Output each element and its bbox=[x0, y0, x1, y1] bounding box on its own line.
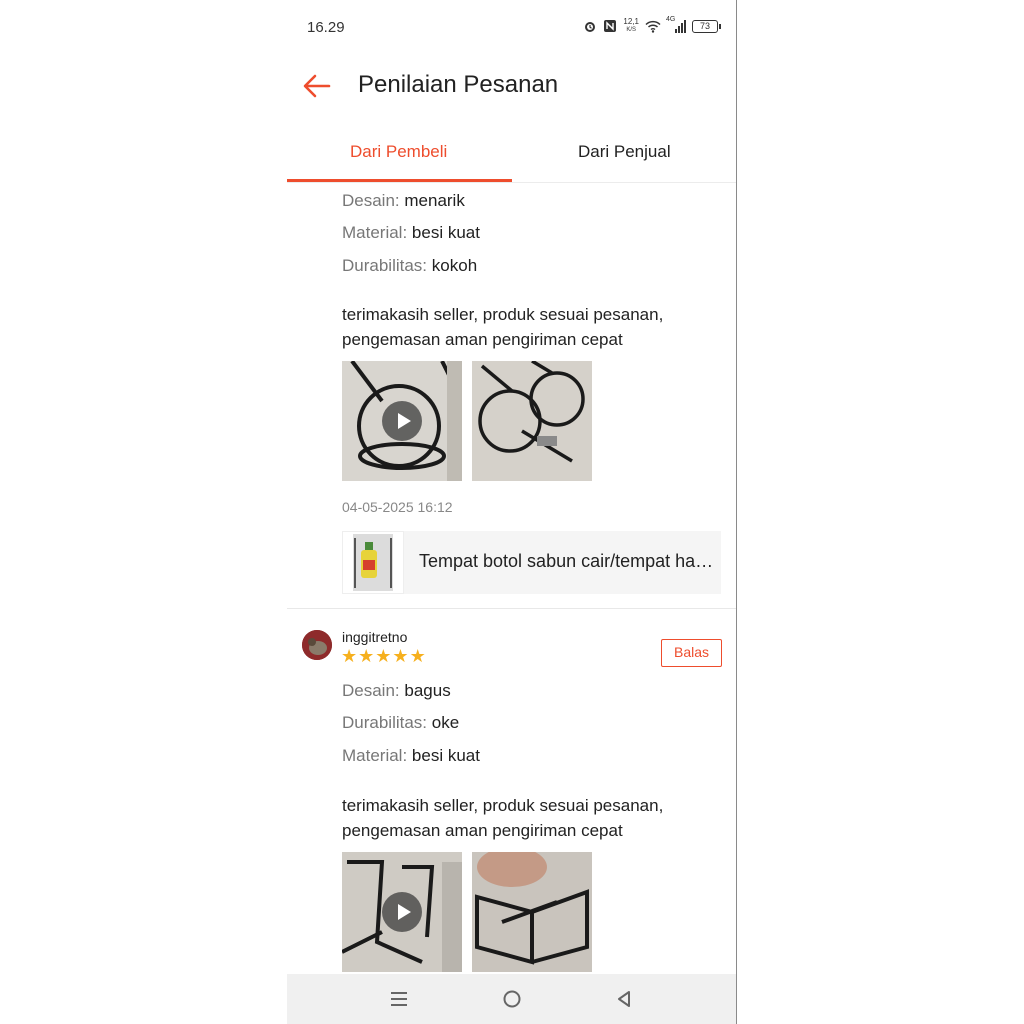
active-tab-indicator bbox=[287, 179, 512, 182]
page-title: Penilaian Pesanan bbox=[358, 71, 559, 98]
review-video-thumbnail[interactable] bbox=[342, 852, 462, 972]
review-attribute: Desain: bagus bbox=[342, 681, 451, 700]
review-video-thumbnail[interactable] bbox=[342, 361, 462, 481]
review-date: 04-05-2025 16:12 bbox=[342, 499, 453, 515]
reply-button[interactable]: Balas bbox=[661, 639, 722, 667]
system-navigation-bar bbox=[287, 974, 736, 1024]
review-photo-thumbnail[interactable] bbox=[472, 361, 592, 481]
review-attribute: Durabilitas: kokoh bbox=[342, 256, 478, 275]
reviewer-username: inggitretno bbox=[342, 629, 408, 645]
review-comment: terimakasih seller, produk sesuai pesana… bbox=[342, 796, 664, 840]
review-attribute: Durabilitas: oke bbox=[342, 713, 460, 732]
review-attribute: Material: besi kuat bbox=[342, 223, 480, 242]
star-icon: ★ bbox=[341, 646, 358, 666]
review-comment: terimakasih seller, produk sesuai pesana… bbox=[342, 305, 664, 349]
menu-icon[interactable] bbox=[384, 984, 414, 1014]
play-icon[interactable] bbox=[382, 401, 422, 441]
play-icon[interactable] bbox=[382, 892, 422, 932]
arrow-left-icon[interactable] bbox=[301, 70, 333, 102]
product-card[interactable]: Tempat botol sabun cair/tempat handsoap bbox=[342, 531, 721, 594]
phone-screen: 16.29 12,1 K/S 4G 73 Penilaian Pesanan D… bbox=[287, 0, 736, 1024]
product-thumbnail bbox=[342, 531, 404, 594]
battery-icon: 73 bbox=[692, 19, 721, 33]
wifi-icon bbox=[645, 20, 661, 33]
alarm-icon bbox=[585, 22, 596, 32]
review-divider bbox=[287, 608, 736, 609]
review-photo-thumbnail[interactable] bbox=[472, 852, 592, 972]
status-bar: 16.29 12,1 K/S 4G 73 bbox=[287, 0, 736, 56]
review-attribute: Material: besi kuat bbox=[342, 746, 480, 765]
screen-edge-line bbox=[736, 0, 737, 1024]
star-rating: ★ ★ ★ ★ ★ bbox=[341, 647, 426, 665]
page-header: Penilaian Pesanan bbox=[287, 56, 736, 116]
star-icon: ★ bbox=[392, 646, 409, 666]
network-speed: 12,1 K/S bbox=[623, 17, 639, 34]
review-list[interactable]: Desain: menarik Material: besi kuat Dura… bbox=[287, 183, 736, 974]
nfc-icon bbox=[604, 20, 617, 32]
status-icons: 12,1 K/S 4G 73 bbox=[583, 16, 721, 34]
back-triangle-icon[interactable] bbox=[609, 984, 639, 1014]
review-attribute: Desain: menarik bbox=[342, 191, 465, 210]
tab-dari-penjual[interactable]: Dari Penjual bbox=[578, 142, 671, 162]
star-icon: ★ bbox=[375, 646, 392, 666]
star-icon: ★ bbox=[358, 646, 375, 666]
tab-dari-pembeli[interactable]: Dari Pembeli bbox=[350, 142, 447, 162]
status-time: 16.29 bbox=[307, 19, 345, 36]
home-icon[interactable] bbox=[497, 984, 527, 1014]
star-icon: ★ bbox=[409, 646, 426, 666]
avatar[interactable] bbox=[302, 630, 332, 660]
signal-icon: 4G bbox=[666, 16, 686, 33]
tab-bar: Dari Pembeli Dari Penjual bbox=[287, 128, 736, 183]
product-name: Tempat botol sabun cair/tempat handsoap bbox=[419, 551, 714, 571]
